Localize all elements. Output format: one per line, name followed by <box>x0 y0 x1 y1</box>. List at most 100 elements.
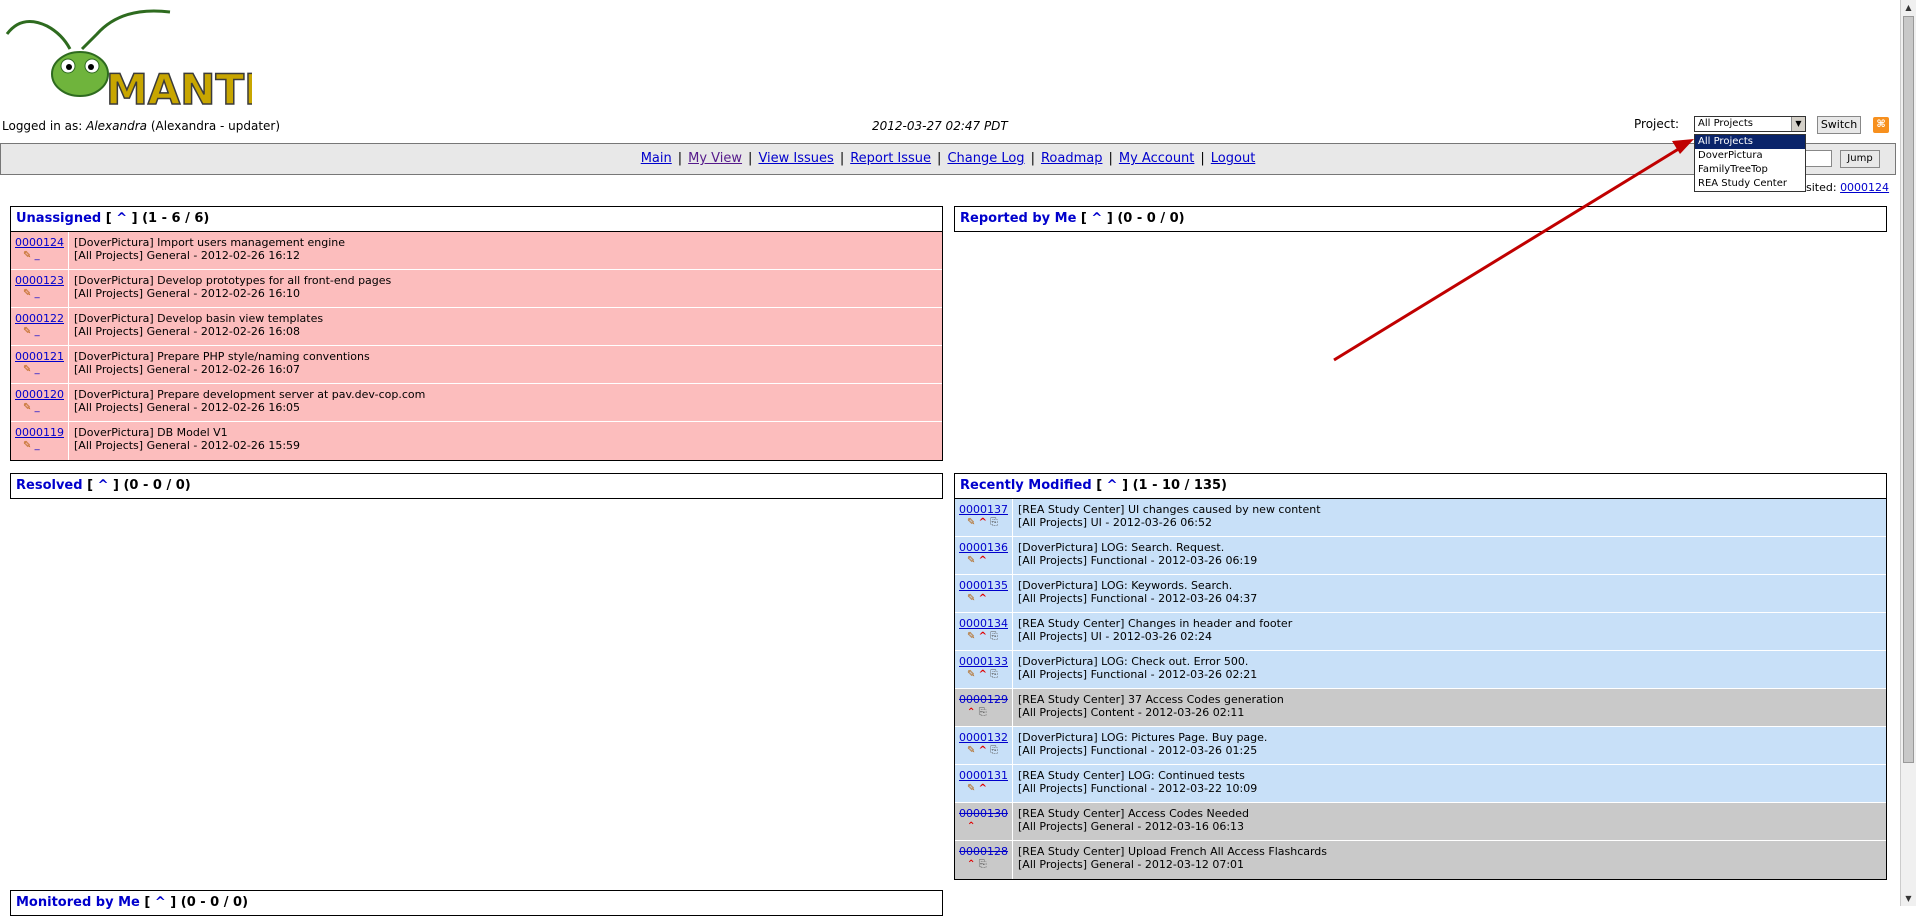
project-option-doverpictura[interactable]: DoverPictura <box>1695 149 1805 163</box>
resolved-count: (0 - 0 / 0) <box>123 478 191 493</box>
edit-pencil-icon[interactable]: ✎ <box>23 250 31 261</box>
priority-urgent-icon: ⌃ <box>967 821 976 832</box>
project-option-all[interactable]: All Projects <box>1695 135 1805 149</box>
monitored-panel: Monitored by Me [ ^ ] (0 - 0 / 0) <box>10 890 943 916</box>
edit-pencil-icon[interactable]: ✎ <box>967 745 975 756</box>
edit-pencil-icon[interactable]: ✎ <box>23 440 31 451</box>
jump-button[interactable]: Jump <box>1840 150 1880 168</box>
issue-meta: [All Projects] UI - 2012-03-26 06:52 <box>1018 516 1212 529</box>
edit-pencil-icon[interactable]: ✎ <box>967 631 975 642</box>
user-name: Alexandra <box>86 119 147 133</box>
issue-row: 0000121 ✎ _ [DoverPictura] Prepare PHP sty… <box>11 346 942 384</box>
issue-meta: [All Projects] Functional - 2012-03-26 0… <box>1018 668 1258 681</box>
issue-row: 0000136 ✎ ^ [DoverPictura] LOG: Search. Re… <box>955 537 1886 575</box>
unassigned-marker-icon: _ <box>34 326 40 337</box>
issue-meta: [All Projects] Functional - 2012-03-26 0… <box>1018 592 1258 605</box>
menu-logout[interactable]: Logout <box>1211 151 1256 166</box>
menu-my-account[interactable]: My Account <box>1119 151 1195 166</box>
priority-urgent-icon: ⌃ <box>967 859 976 870</box>
issue-id-link[interactable]: 0000130 <box>959 807 1012 820</box>
scroll-thumb[interactable] <box>1903 16 1914 763</box>
issue-id-cell: 0000132 ✎ ^ ⎘ <box>955 727 1013 764</box>
issue-meta: [All Projects] UI - 2012-03-26 02:24 <box>1018 630 1212 643</box>
issue-meta: [All Projects] General - 2012-02-26 16:0… <box>74 363 301 376</box>
menu-my-view[interactable]: My View <box>688 151 742 166</box>
issue-summary: [DoverPictura] Prepare development serve… <box>74 388 426 401</box>
edit-pencil-icon[interactable]: ✎ <box>23 326 31 337</box>
issue-id-cell: 0000128 ⌃ ⎘ <box>955 841 1013 879</box>
issue-id-cell: 0000129 ⌃ ⎘ <box>955 689 1013 726</box>
issue-meta: [All Projects] General - 2012-02-26 16:1… <box>74 249 301 262</box>
caret-link[interactable]: ^ <box>116 211 127 226</box>
issue-icons: ✎ ^ ⎘ <box>959 744 1012 758</box>
edit-pencil-icon[interactable]: ✎ <box>23 402 31 413</box>
caret-link[interactable]: ^ <box>98 478 109 493</box>
issue-id-link[interactable]: 0000120 <box>15 388 68 401</box>
issue-summary: [REA Study Center] 37 Access Codes gener… <box>1018 693 1284 706</box>
issue-id-link[interactable]: 0000136 <box>959 541 1012 554</box>
menu-roadmap[interactable]: Roadmap <box>1041 151 1103 166</box>
issue-id-link[interactable]: 0000121 <box>15 350 68 363</box>
issue-id-link[interactable]: 0000119 <box>15 426 68 439</box>
mantis-logo: MANTIS <box>5 9 252 110</box>
edit-pencil-icon[interactable]: ✎ <box>967 783 975 794</box>
issue-id-link[interactable]: 0000134 <box>959 617 1012 630</box>
issue-row: 0000120 ✎ _ [DoverPictura] Prepare develop… <box>11 384 942 422</box>
menu-change-log[interactable]: Change Log <box>947 151 1024 166</box>
scroll-up-icon[interactable]: ▲ <box>1901 0 1916 15</box>
resolved-title[interactable]: Resolved <box>16 478 83 493</box>
issue-id-link[interactable]: 0000123 <box>15 274 68 287</box>
issue-id-link[interactable]: 0000135 <box>959 579 1012 592</box>
switch-button[interactable]: Switch <box>1817 116 1861 134</box>
issue-text-cell: [DoverPictura] LOG: Keywords. Search. [Al… <box>1013 575 1886 612</box>
vertical-scrollbar[interactable]: ▲ ▼ <box>1900 0 1916 906</box>
issue-row: 0000129 ⌃ ⎘ [REA Study Center] 37 Access C… <box>955 689 1886 727</box>
caret-link[interactable]: ^ <box>1091 211 1102 226</box>
edit-pencil-icon[interactable]: ✎ <box>23 364 31 375</box>
recently-visited-label: sited: <box>1806 181 1837 194</box>
project-option-rea-study-center[interactable]: REA Study Center <box>1695 177 1805 191</box>
edit-pencil-icon[interactable]: ✎ <box>23 288 31 299</box>
chevron-down-icon[interactable]: ▼ <box>1791 117 1805 131</box>
menu-view-issues[interactable]: View Issues <box>758 151 833 166</box>
menu-main[interactable]: Main <box>641 151 672 166</box>
current-datetime: 2012-03-27 02:47 PDT <box>872 119 1008 133</box>
project-option-familytreetop[interactable]: FamilyTreeTop <box>1695 163 1805 177</box>
edit-pencil-icon[interactable]: ✎ <box>967 593 975 604</box>
rss-feed-icon[interactable]: ⌘ <box>1873 117 1889 133</box>
issue-id-cell: 0000119 ✎ _ <box>11 422 69 460</box>
caret-link[interactable]: ^ <box>155 895 166 910</box>
unassigned-list: 0000124 ✎ _ [DoverPictura] Import users ma… <box>10 232 943 461</box>
priority-urgent-icon: ⌃ <box>967 707 976 718</box>
caret-link[interactable]: ^ <box>1107 478 1118 493</box>
issue-meta: [All Projects] General - 2012-03-16 06:1… <box>1018 820 1245 833</box>
edit-pencil-icon[interactable]: ✎ <box>967 555 975 566</box>
issue-text-cell: [REA Study Center] UI changes caused by … <box>1013 499 1886 536</box>
issue-icons: ⌃ <box>959 820 1012 834</box>
issue-id-cell: 0000133 ✎ ^ ⎘ <box>955 651 1013 688</box>
edit-pencil-icon[interactable]: ✎ <box>967 517 975 528</box>
issue-meta: [All Projects] Functional - 2012-03-22 1… <box>1018 782 1258 795</box>
issue-id-link[interactable]: 0000129 <box>959 693 1012 706</box>
issue-id-link[interactable]: 0000128 <box>959 845 1012 858</box>
scroll-down-icon[interactable]: ▼ <box>1901 891 1916 906</box>
reported-title[interactable]: Reported by Me <box>960 211 1076 226</box>
issue-row: 0000135 ✎ ^ [DoverPictura] LOG: Keywords. … <box>955 575 1886 613</box>
recent-title[interactable]: Recently Modified <box>960 478 1092 493</box>
resolved-panel: Resolved [ ^ ] (0 - 0 / 0) <box>10 473 943 499</box>
issue-id-link[interactable]: 0000137 <box>959 503 1012 516</box>
monitored-title[interactable]: Monitored by Me <box>16 895 140 910</box>
recently-visited-link[interactable]: 0000124 <box>1840 181 1889 194</box>
project-select[interactable]: All Projects ▼ <box>1694 116 1806 132</box>
issue-id-link[interactable]: 0000131 <box>959 769 1012 782</box>
issue-id-link[interactable]: 0000124 <box>15 236 68 249</box>
issue-id-link[interactable]: 0000122 <box>15 312 68 325</box>
unassigned-title[interactable]: Unassigned <box>16 211 101 226</box>
issue-id-link[interactable]: 0000133 <box>959 655 1012 668</box>
issue-id-cell: 0000136 ✎ ^ <box>955 537 1013 574</box>
logged-in-prefix: Logged in as: <box>2 119 83 133</box>
issue-id-link[interactable]: 0000132 <box>959 731 1012 744</box>
edit-pencil-icon[interactable]: ✎ <box>967 669 975 680</box>
issue-meta: [All Projects] General - 2012-02-26 16:0… <box>74 325 301 338</box>
menu-report-issue[interactable]: Report Issue <box>850 151 931 166</box>
